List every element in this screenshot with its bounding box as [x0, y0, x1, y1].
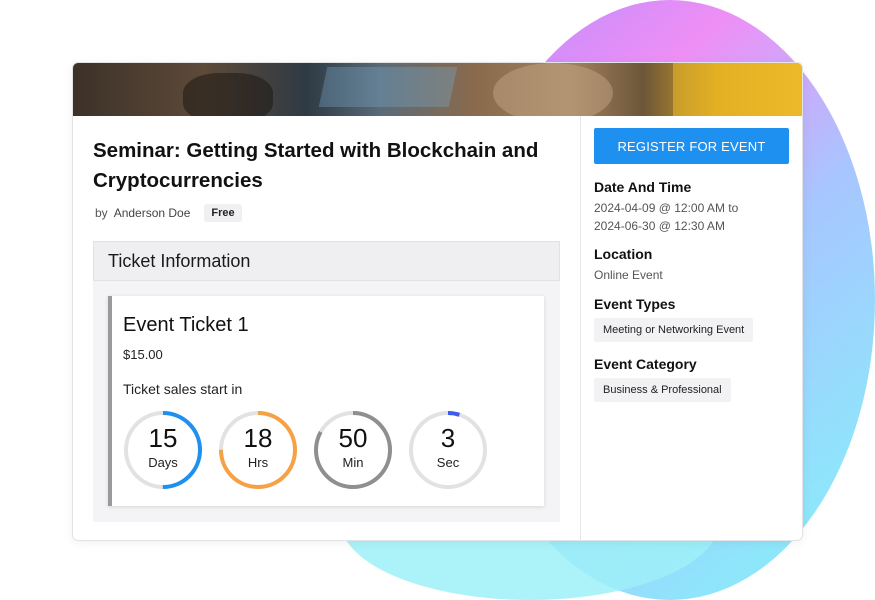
author-link[interactable]: Anderson Doe [114, 206, 191, 220]
event-category-block: Event Category Business & Professional [594, 356, 794, 402]
countdown-seconds-unit: Sec [436, 455, 460, 470]
price-badge: Free [204, 204, 242, 222]
countdown-hours-value: 18 [243, 423, 273, 453]
event-category-chip[interactable]: Business & Professional [594, 378, 731, 402]
register-for-event-button[interactable]: REGISTER FOR EVENT [594, 128, 789, 164]
by-label: by [95, 206, 108, 220]
location-value: Online Event [594, 268, 663, 282]
event-sidebar: REGISTER FOR EVENT Date And Time 2024-04… [581, 116, 802, 540]
event-main-panel: Seminar: Getting Started with Blockchain… [73, 116, 580, 540]
event-title: Seminar: Getting Started with Blockchain… [93, 139, 539, 192]
event-types-block: Event Types Meeting or Networking Event [594, 296, 794, 342]
date-time-heading: Date And Time [594, 179, 692, 195]
event-card: Seminar: Getting Started with Blockchain… [72, 62, 803, 541]
event-type-chip[interactable]: Meeting or Networking Event [594, 318, 754, 342]
event-byline: by Anderson Doe Free [95, 204, 242, 222]
ticket-sales-start-label: Ticket sales start in [123, 381, 243, 397]
ticket-price: $15.00 [123, 347, 163, 362]
event-banner-image [73, 63, 802, 116]
date-range-start: 2024-04-09 @ 12:00 AM to [594, 201, 739, 215]
event-types-heading: Event Types [594, 296, 676, 312]
countdown-hours-unit: Hrs [247, 455, 269, 470]
ticket-information-section: Ticket Information Event Ticket 1 $15.00… [93, 241, 560, 522]
ticket-information-header: Ticket Information [93, 241, 560, 281]
countdown-minutes-value: 50 [338, 423, 368, 453]
countdown-timer: 15 Days 18 Hrs 50 Min 3 Sec [123, 410, 488, 490]
countdown-hours: 18 Hrs [218, 410, 298, 490]
date-time-block: Date And Time 2024-04-09 @ 12:00 AM to 2… [594, 179, 794, 235]
countdown-days-value: 15 [148, 423, 178, 453]
countdown-minutes-unit: Min [342, 455, 364, 470]
countdown-days-unit: Days [148, 455, 178, 470]
ticket-name: Event Ticket 1 [123, 314, 249, 336]
countdown-minutes: 50 Min [313, 410, 393, 490]
countdown-seconds-value: 3 [440, 423, 456, 453]
event-category-heading: Event Category [594, 356, 697, 372]
date-range-end: 2024-06-30 @ 12:30 AM [594, 219, 725, 233]
countdown-seconds: 3 Sec [408, 410, 488, 490]
location-block: Location Online Event [594, 246, 794, 284]
countdown-days: 15 Days [123, 410, 203, 490]
ticket-card: Event Ticket 1 $15.00 Ticket sales start… [108, 296, 544, 506]
location-heading: Location [594, 246, 653, 262]
